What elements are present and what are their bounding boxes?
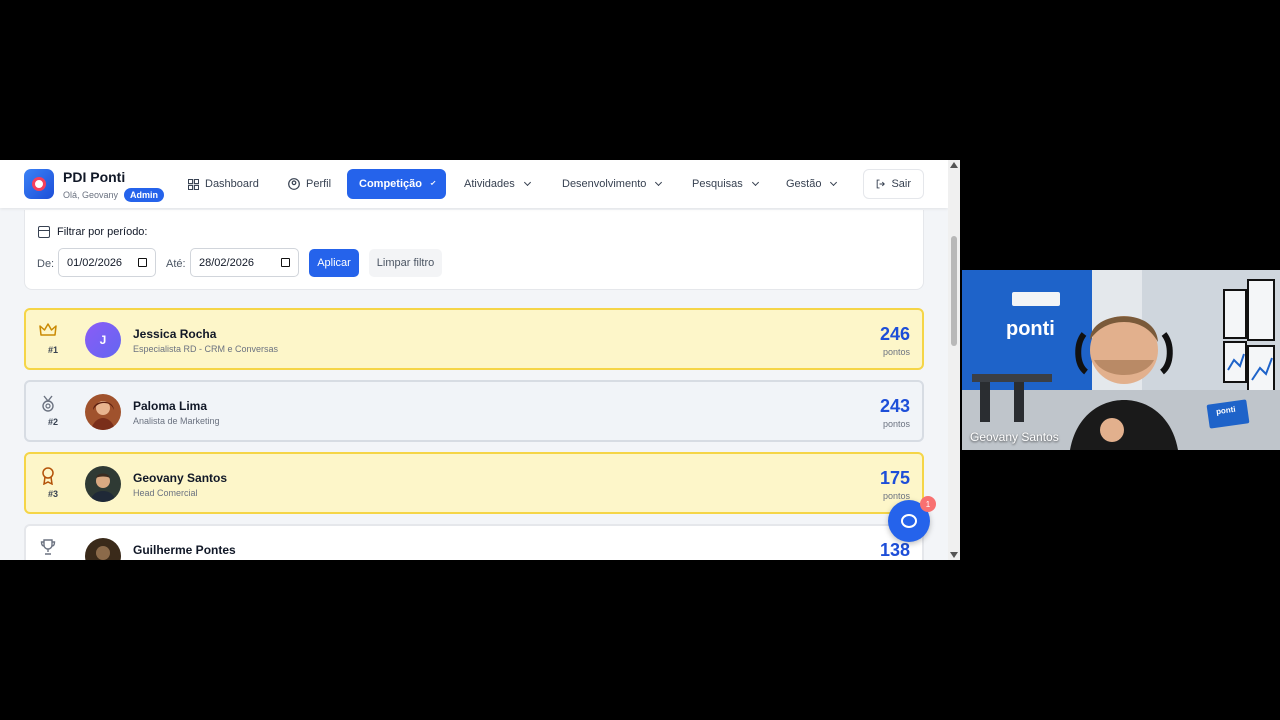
filter-title-row: Filtrar por período: bbox=[38, 226, 147, 238]
from-label: De: bbox=[37, 258, 55, 270]
ranking-row[interactable]: #3 Geovany Santos Head Comercial 175 pon… bbox=[24, 452, 924, 514]
greeting-text: Olá, Geovany bbox=[63, 190, 119, 200]
from-date-input[interactable]: 01/02/2026 bbox=[58, 248, 156, 277]
points-value: 243 bbox=[879, 396, 910, 416]
wall-brand-text: ponti bbox=[1006, 318, 1055, 340]
participant-name: Guilherme Pontes bbox=[133, 543, 236, 557]
brand-block: PDI Ponti Olá, Geovany Admin bbox=[63, 169, 165, 202]
shared-screen: PDI Ponti Olá, Geovany Admin Dashboard P… bbox=[0, 160, 960, 560]
clear-filter-button[interactable]: Limpar filtro bbox=[369, 249, 442, 277]
brand-title: PDI Ponti bbox=[63, 169, 126, 185]
participant-role: Analista de Marketing bbox=[133, 416, 220, 426]
rank-number: #2 bbox=[48, 417, 59, 427]
participant-name: Geovany Santos bbox=[133, 471, 228, 485]
participant-name: Paloma Lima bbox=[133, 399, 208, 413]
nav-competicao-label: Competição bbox=[359, 178, 422, 190]
calendar-icon[interactable] bbox=[281, 258, 290, 267]
user-circle-icon bbox=[288, 178, 300, 190]
nav-dashboard-label: Dashboard bbox=[205, 178, 259, 190]
points-value: 175 bbox=[879, 468, 910, 488]
chevron-down-icon bbox=[430, 180, 436, 185]
period-filter-card: Filtrar por período: De: 01/02/2026 Até:… bbox=[24, 210, 924, 290]
chevron-down-icon bbox=[523, 178, 531, 187]
from-date-value: 01/02/2026 bbox=[67, 256, 123, 269]
participant-name: Jessica Rocha bbox=[133, 327, 217, 341]
avatar bbox=[85, 466, 121, 502]
chevron-down-icon bbox=[655, 178, 663, 187]
filter-title: Filtrar por período: bbox=[57, 226, 148, 238]
nav-dashboard[interactable]: Dashboard bbox=[176, 169, 271, 199]
points-value: 138 bbox=[879, 540, 910, 560]
app-logo-icon[interactable] bbox=[24, 169, 54, 199]
nav-gestao-label: Gestão bbox=[786, 178, 822, 190]
chevron-down-icon bbox=[830, 178, 838, 187]
webcam-video-icon bbox=[962, 270, 1280, 450]
rank-number: #3 bbox=[48, 489, 59, 499]
avatar: J bbox=[85, 322, 121, 358]
calendar-icon bbox=[38, 226, 50, 238]
calendar-icon[interactable] bbox=[138, 258, 147, 267]
points-label: pontos bbox=[882, 419, 910, 429]
grid-icon bbox=[188, 178, 199, 190]
rank-number: #1 bbox=[48, 345, 59, 355]
nav-pesquisas[interactable]: Pesquisas bbox=[680, 169, 770, 199]
nav-pesquisas-label: Pesquisas bbox=[692, 178, 743, 190]
ranking-row[interactable]: #2 Paloma Lima Analista de Marketing 243… bbox=[24, 380, 924, 442]
nav-perfil-label: Perfil bbox=[306, 178, 332, 190]
participant-role: Especialista RD - CRM e Conversas bbox=[133, 344, 279, 354]
points-label: pontos bbox=[882, 347, 910, 357]
to-date-input[interactable]: 28/02/2026 bbox=[190, 248, 299, 277]
avatar bbox=[85, 538, 121, 560]
participant-role: Head Comercial bbox=[133, 488, 198, 498]
ranking-row[interactable]: Guilherme Pontes 138 bbox=[24, 524, 924, 560]
trophy-icon bbox=[39, 539, 57, 558]
logout-icon bbox=[876, 179, 885, 189]
apply-filter-button[interactable]: Aplicar bbox=[309, 249, 359, 277]
scroll-down-icon[interactable] bbox=[950, 552, 958, 558]
user-greeting-row: Olá, Geovany Admin bbox=[63, 188, 165, 202]
points-value: 246 bbox=[879, 324, 910, 344]
nav-gestao[interactable]: Gestão bbox=[774, 169, 848, 199]
pdi-app: PDI Ponti Olá, Geovany Admin Dashboard P… bbox=[0, 160, 948, 560]
nav-desenvolvimento[interactable]: Desenvolvimento bbox=[550, 169, 673, 199]
nav-desenvolvimento-label: Desenvolvimento bbox=[562, 178, 647, 190]
page-scrollbar[interactable] bbox=[948, 160, 960, 560]
nav-competicao[interactable]: Competição bbox=[347, 169, 446, 199]
top-navbar: PDI Ponti Olá, Geovany Admin Dashboard P… bbox=[0, 160, 948, 208]
avatar bbox=[85, 394, 121, 430]
chevron-down-icon bbox=[751, 178, 759, 187]
to-label: Até: bbox=[166, 258, 186, 270]
chat-bubble-icon bbox=[901, 514, 917, 528]
meeting-stage: PDI Ponti Olá, Geovany Admin Dashboard P… bbox=[0, 0, 1280, 720]
logout-button[interactable]: Sair bbox=[863, 169, 924, 199]
crown-icon bbox=[39, 323, 57, 340]
award-icon bbox=[39, 467, 57, 488]
scrollbar-thumb[interactable] bbox=[951, 236, 957, 346]
admin-badge: Admin bbox=[124, 188, 165, 202]
chat-notification-badge: 1 bbox=[920, 496, 936, 512]
nav-atividades-label: Atividades bbox=[464, 178, 515, 190]
nav-perfil[interactable]: Perfil bbox=[276, 169, 343, 199]
scroll-up-icon[interactable] bbox=[950, 162, 958, 168]
to-date-value: 28/02/2026 bbox=[199, 256, 255, 269]
logout-label: Sair bbox=[891, 178, 911, 190]
webcam-tile[interactable]: ponti ponti Geovany Santos bbox=[962, 270, 1280, 450]
nav-atividades[interactable]: Atividades bbox=[452, 169, 542, 199]
medal-icon bbox=[39, 395, 57, 416]
participant-name-label: Geovany Santos bbox=[970, 430, 1059, 444]
ranking-row[interactable]: #1 J Jessica Rocha Especialista RD - CRM… bbox=[24, 308, 924, 370]
